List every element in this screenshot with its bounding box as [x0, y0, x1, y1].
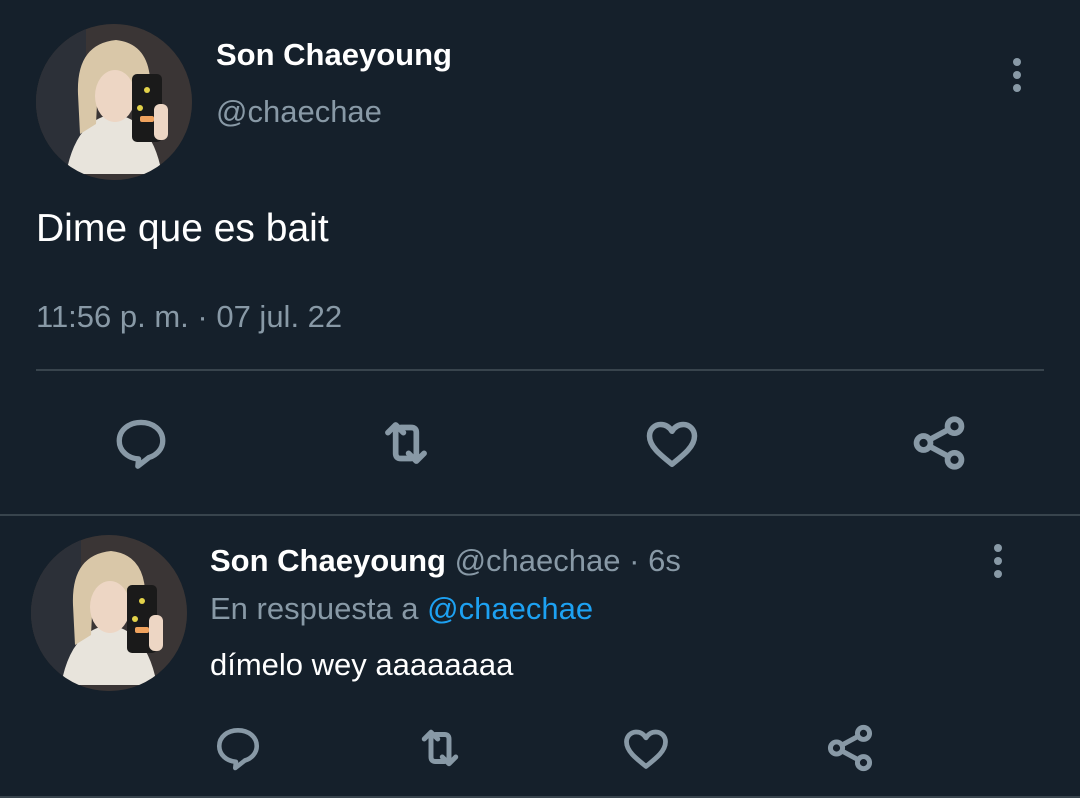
like-button[interactable] — [618, 720, 674, 776]
in-reply-to-handle[interactable]: @chaechae — [427, 591, 593, 626]
like-icon — [624, 729, 668, 769]
reply-age: 6s — [648, 543, 681, 578]
divider — [36, 369, 1044, 371]
profile-photo — [36, 24, 192, 180]
tweet-text: Dime que es bait — [36, 207, 329, 250]
in-reply-to: En respuesta a @chaechae — [210, 591, 593, 627]
like-icon — [646, 421, 698, 467]
avatar[interactable] — [36, 24, 192, 180]
reply-icon — [116, 419, 166, 469]
profile-photo — [31, 535, 187, 691]
more-options-icon[interactable] — [986, 539, 1010, 583]
tweet-detail-page: Son Chaeyoung @chaechae Dime que es bait… — [0, 0, 1080, 798]
like-button[interactable] — [637, 408, 707, 478]
retweet-button[interactable] — [371, 408, 441, 478]
reply-button[interactable] — [106, 408, 176, 478]
reply-header: Son Chaeyoung @chaechae · 6s — [210, 543, 681, 579]
reply-author-handle[interactable]: @chaechae — [455, 543, 621, 578]
reply-separator: · — [629, 543, 640, 578]
avatar[interactable] — [31, 535, 187, 691]
reply-author-name[interactable]: Son Chaeyoung — [210, 543, 446, 578]
in-reply-to-prefix: En respuesta a — [210, 591, 419, 626]
reply-icon — [216, 728, 260, 771]
share-icon — [913, 416, 965, 470]
retweet-icon — [385, 422, 427, 464]
reply-text: dímelo wey aaaaaaaa — [210, 647, 514, 682]
share-icon — [827, 724, 873, 772]
tweet-timestamp: 11:56 p. m. · 07 jul. 22 — [36, 299, 343, 334]
reply-button[interactable] — [210, 720, 266, 776]
retweet-button[interactable] — [412, 720, 468, 776]
share-button[interactable] — [904, 408, 974, 478]
share-button[interactable] — [822, 720, 878, 776]
author-handle[interactable]: @chaechae — [216, 94, 382, 130]
more-options-icon[interactable] — [1005, 53, 1029, 97]
divider — [0, 514, 1080, 516]
author-name[interactable]: Son Chaeyoung — [216, 37, 452, 73]
retweet-icon — [421, 729, 459, 767]
